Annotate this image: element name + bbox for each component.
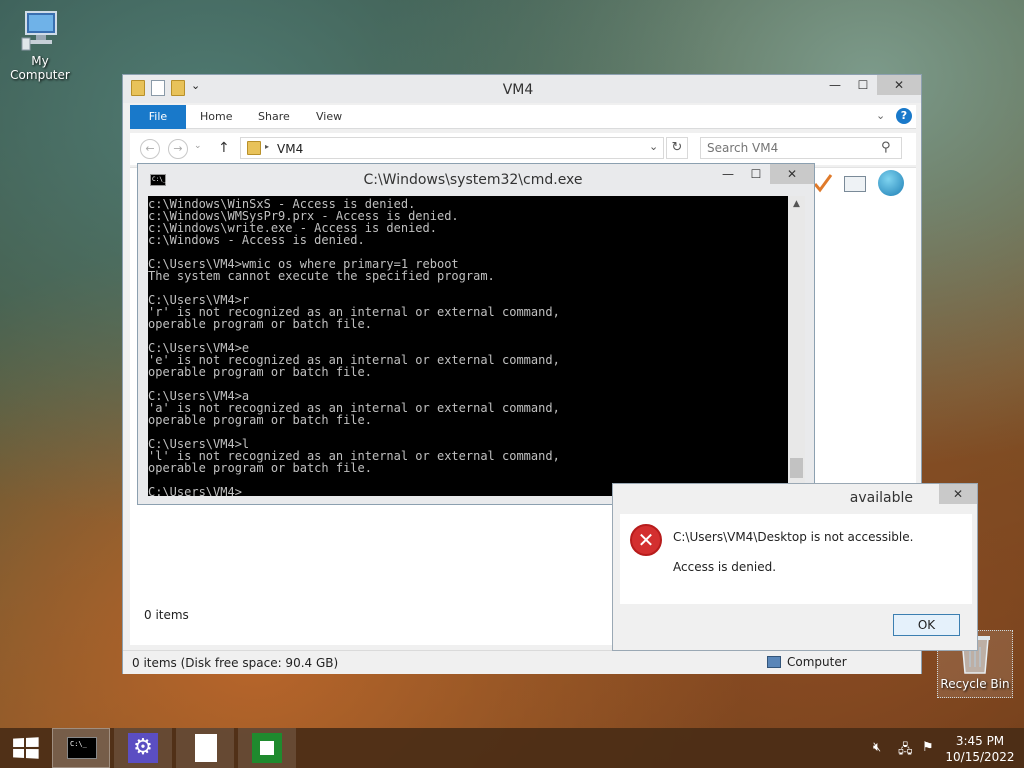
windows-logo-icon xyxy=(13,737,39,759)
console-output-area[interactable]: c:\Windows\WinSxS - Access is denied. c:… xyxy=(148,196,788,496)
error-icon: ✕ xyxy=(630,524,662,556)
dialog-close-button[interactable]: ✕ xyxy=(939,484,977,504)
forward-button[interactable]: → xyxy=(168,139,188,159)
help-icon[interactable]: ? xyxy=(896,108,912,124)
breadcrumb-chevron-icon: ▸ xyxy=(265,142,270,151)
computer-icon xyxy=(21,11,57,51)
address-bar-row: ← → ⌄ ↑ ▸ VM4 ⌄ ↻ ⚲ xyxy=(130,133,916,165)
maximize-button[interactable]: ☐ xyxy=(849,75,877,95)
status-location: Computer xyxy=(787,655,847,669)
computer-icon xyxy=(767,656,781,668)
ok-button[interactable]: OK xyxy=(893,614,960,636)
desktop-icon-my-computer[interactable]: My Computer xyxy=(0,8,80,82)
up-button[interactable]: ↑ xyxy=(218,140,230,156)
desktop-icon-label: My Computer xyxy=(10,54,70,82)
items-count: 0 items xyxy=(144,608,189,622)
tab-file[interactable]: File xyxy=(130,105,186,129)
clock-time: 3:45 PM xyxy=(955,734,1005,748)
document-icon xyxy=(195,734,217,762)
globe-icon[interactable] xyxy=(878,170,904,196)
action-center-flag-icon[interactable]: ⚑ xyxy=(922,740,934,755)
back-button[interactable]: ← xyxy=(140,139,160,159)
volume-muted-icon[interactable]: 🔇︎ xyxy=(873,740,881,755)
folder-icon xyxy=(247,141,261,155)
search-box[interactable]: ⚲ xyxy=(700,137,902,159)
close-button[interactable]: ✕ xyxy=(877,75,921,95)
refresh-button[interactable]: ↻ xyxy=(666,137,688,159)
address-dropdown-icon[interactable]: ⌄ xyxy=(649,140,658,153)
cmd-titlebar[interactable]: C:\_ C:\Windows\system32\cmd.exe — ☐ ✕ xyxy=(138,164,814,194)
dialog-body: ✕ C:\Users\VM4\Desktop is not accessible… xyxy=(620,514,972,604)
desktop-icon-label: Recycle Bin xyxy=(940,677,1010,691)
clock-date: 10/15/2022 xyxy=(945,750,1015,764)
dialog-detail: Access is denied. xyxy=(673,560,777,574)
dialog-title: available xyxy=(849,490,913,506)
vertical-scrollbar[interactable]: ▲ ▼ xyxy=(788,196,805,496)
address-text: VM4 xyxy=(277,142,304,156)
start-button[interactable] xyxy=(0,728,50,768)
status-bar: 0 items (Disk free space: 90.4 GB) Compu… xyxy=(123,650,921,674)
error-dialog: available ✕ ✕ C:\Users\VM4\Desktop is no… xyxy=(612,483,978,651)
taskbar: C:\_ ⚙ 🔇︎ 🖧︎ ⚑ 3:45 PM 10/15/2022 xyxy=(0,728,1024,768)
ribbon: File Home Share View ⌄ ? xyxy=(130,105,916,129)
maximize-button[interactable]: ☐ xyxy=(742,164,770,184)
clock[interactable]: 3:45 PM 10/15/2022 xyxy=(940,733,1020,765)
tab-view[interactable]: View xyxy=(316,105,342,129)
dialog-message: C:\Users\VM4\Desktop is not accessible. xyxy=(673,530,914,544)
store-icon xyxy=(252,733,282,763)
message-icon[interactable] xyxy=(844,176,866,192)
recent-locations-icon[interactable]: ⌄ xyxy=(194,141,202,151)
search-input[interactable] xyxy=(707,139,877,157)
gear-icon: ⚙ xyxy=(128,733,158,763)
console-output: c:\Windows\WinSxS - Access is denied. c:… xyxy=(148,197,560,496)
status-text: 0 items (Disk free space: 90.4 GB) xyxy=(132,656,339,670)
tab-share[interactable]: Share xyxy=(258,105,290,129)
scroll-up-icon[interactable]: ▲ xyxy=(788,196,805,212)
taskbar-settings[interactable]: ⚙ xyxy=(114,728,172,768)
window-title: VM4 xyxy=(502,82,534,98)
window-title: C:\Windows\system32\cmd.exe xyxy=(363,172,583,188)
taskbar-store[interactable] xyxy=(238,728,296,768)
explorer-titlebar[interactable]: ⌄ VM4 — ☐ ✕ xyxy=(123,75,921,103)
address-field[interactable]: ▸ VM4 ⌄ xyxy=(240,137,664,159)
scrollbar-thumb[interactable] xyxy=(790,458,803,478)
minimize-button[interactable]: — xyxy=(821,75,849,95)
close-button[interactable]: ✕ xyxy=(770,164,814,184)
cmd-window: C:\_ C:\Windows\system32\cmd.exe — ☐ ✕ c… xyxy=(137,163,815,505)
window-controls: — ☐ ✕ xyxy=(714,164,814,184)
tab-home[interactable]: Home xyxy=(200,105,232,129)
cmd-icon: C:\_ xyxy=(67,737,97,759)
window-controls: — ☐ ✕ xyxy=(821,75,921,95)
minimize-button[interactable]: — xyxy=(714,164,742,184)
search-icon[interactable]: ⚲ xyxy=(881,140,891,155)
taskbar-notepad[interactable] xyxy=(176,728,234,768)
checkmark-icon[interactable] xyxy=(812,172,834,194)
network-icon[interactable]: 🖧︎ xyxy=(898,740,913,762)
ribbon-expand-icon[interactable]: ⌄ xyxy=(876,109,885,122)
taskbar-cmd[interactable]: C:\_ xyxy=(52,728,110,768)
